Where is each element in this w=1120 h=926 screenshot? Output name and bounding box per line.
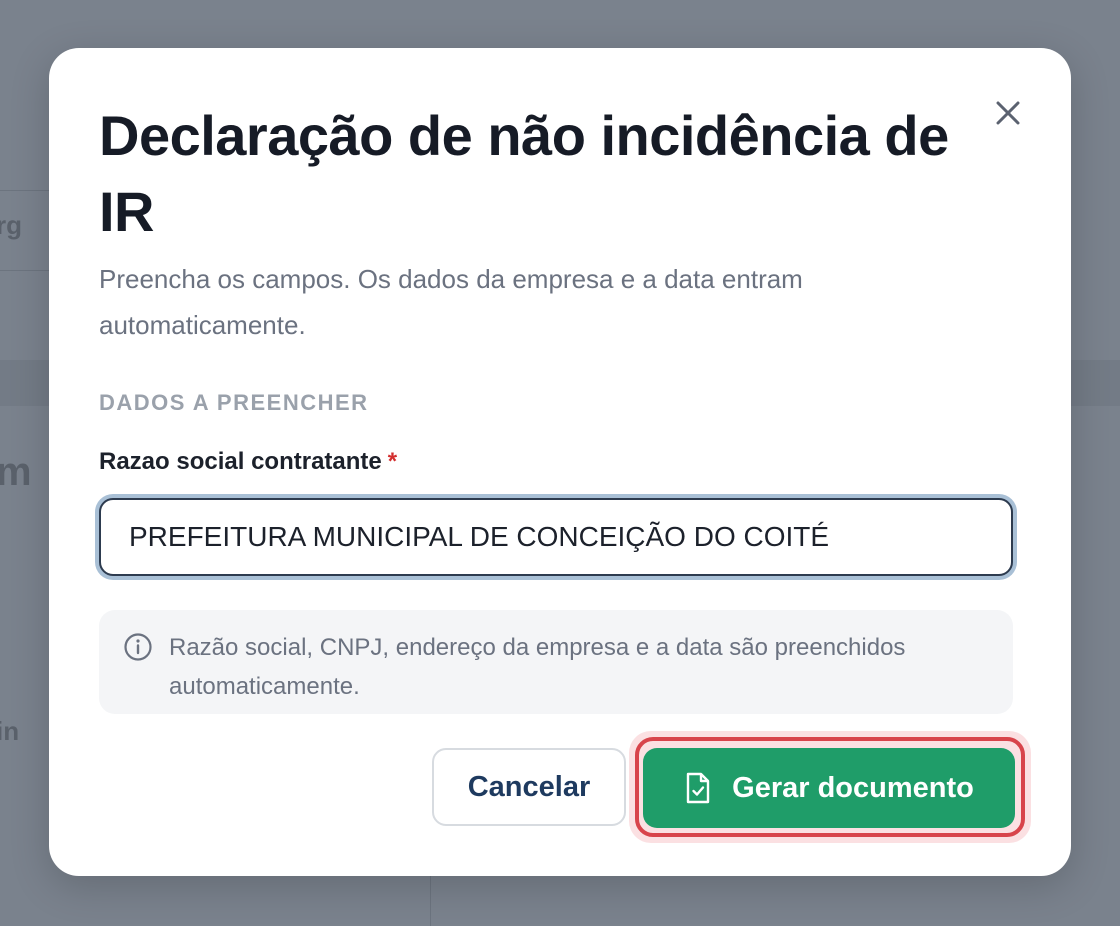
- field-label-text: Razao social contratante: [99, 448, 382, 475]
- background-divider: [430, 876, 431, 926]
- info-notice: Razão social, CNPJ, endereço da empresa …: [99, 610, 1013, 714]
- modal-subtitle: Preencha os campos. Os dados da empresa …: [99, 264, 803, 340]
- company-name-label: Razao social contratante *: [99, 448, 397, 476]
- modal-title: Declaração de não incidência de IR: [99, 104, 949, 243]
- background-fragment: in: [0, 716, 20, 746]
- document-check-icon: [684, 772, 712, 804]
- close-icon: [996, 101, 1020, 125]
- required-mark: *: [387, 448, 398, 475]
- generate-document-label: Gerar documento: [732, 771, 974, 804]
- section-label: DADOS A PREENCHER: [99, 390, 369, 415]
- declaration-modal: Declaração de não incidência de IR Preen…: [49, 48, 1071, 876]
- cancel-button[interactable]: Cancelar: [432, 748, 626, 826]
- info-text: Razão social, CNPJ, endereço da empresa …: [169, 634, 906, 700]
- generate-document-button[interactable]: Gerar documento: [643, 748, 1015, 828]
- close-button[interactable]: [991, 96, 1025, 130]
- background-fragment: rg: [0, 210, 22, 240]
- info-icon: [124, 633, 152, 661]
- company-name-input[interactable]: [99, 498, 1013, 576]
- background-fragment: m: [0, 450, 32, 494]
